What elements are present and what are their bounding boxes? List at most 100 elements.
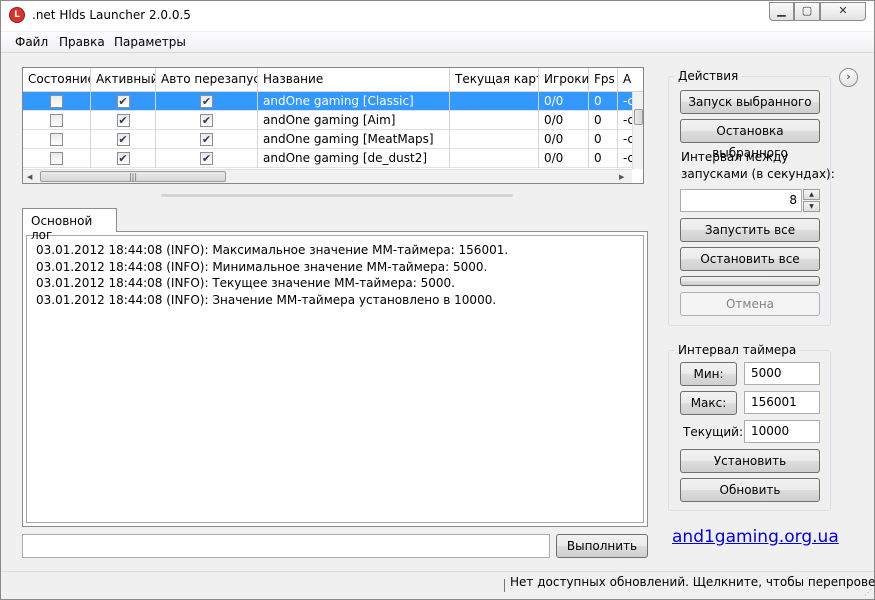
title-bar: L .net Hlds Launcher 2.0.0.5 ▁ ▢ ✕ (1, 1, 874, 31)
col-active[interactable]: Активный (91, 68, 156, 92)
refresh-timer-button[interactable]: Обновить (680, 478, 820, 502)
menu-bar: Файл Правка Параметры (1, 32, 874, 53)
server-name-cell[interactable]: andOne gaming [de_dust2] (258, 149, 450, 168)
set-timer-button[interactable]: Установить (680, 449, 820, 473)
current-map-cell[interactable] (450, 92, 539, 111)
scroll-right-arrow-icon[interactable]: ▶ (619, 173, 624, 181)
interval-input[interactable]: 8 (680, 189, 802, 212)
grid-vertical-scrollbar[interactable] (632, 92, 643, 169)
state-checkbox[interactable] (50, 114, 63, 127)
active-cell: ✔ (91, 111, 156, 130)
server-name-cell[interactable]: andOne gaming [MeatMaps] (258, 130, 450, 149)
menu-edit[interactable]: Правка (59, 35, 105, 49)
state-cell (23, 111, 91, 130)
update-status[interactable]: Нет доступных обновлений. Щелкните, чтоб… (510, 575, 875, 589)
log-line: 03.01.2012 18:44:08 (INFO): Максимальное… (36, 243, 509, 257)
active-cell: ✔ (91, 149, 156, 168)
panel-splitter[interactable] (161, 194, 513, 197)
col-extra[interactable]: A (618, 68, 643, 92)
state-checkbox[interactable] (50, 133, 63, 146)
auto-restart-cell: ✔ (156, 111, 258, 130)
command-input[interactable] (22, 534, 550, 558)
interval-spinner[interactable]: ▲ ▼ (803, 189, 820, 212)
cancel-button[interactable]: Отмена (680, 292, 820, 316)
stop-selected-button[interactable]: Остановка выбранного (680, 119, 820, 160)
horizontal-scroll-thumb[interactable]: ||| (40, 171, 226, 182)
min-button[interactable]: Мин: (680, 362, 737, 386)
col-players[interactable]: Игроки (539, 68, 589, 92)
close-button[interactable]: ✕ (820, 2, 866, 21)
stop-all-button[interactable]: Остановить все (680, 247, 820, 271)
vertical-scroll-thumb[interactable] (634, 109, 643, 125)
auto-restart-checkbox[interactable]: ✔ (200, 133, 213, 146)
interval-label-2: запусками (в секундах): (681, 167, 835, 181)
fps-cell[interactable]: 0 (589, 149, 618, 168)
col-name[interactable]: Название (258, 68, 450, 92)
website-link[interactable]: and1gaming.org.ua (672, 527, 839, 547)
state-cell (23, 149, 91, 168)
chevron-right-icon: › (846, 70, 851, 83)
grid-horizontal-scrollbar[interactable]: ◀ ||| ▶ (23, 169, 632, 183)
actions-group-title: Действия (675, 69, 742, 83)
minimize-button[interactable]: ▁ (769, 2, 794, 21)
menu-settings[interactable]: Параметры (114, 35, 186, 49)
server-name-cell[interactable]: andOne gaming [Classic] (258, 92, 450, 111)
tab-main-log[interactable]: Основной лог (22, 208, 117, 242)
current-map-cell[interactable] (450, 149, 539, 168)
max-value-field[interactable]: 156001 (744, 391, 820, 414)
collapse-panel-button[interactable]: › (839, 68, 858, 87)
auto-restart-checkbox[interactable]: ✔ (200, 114, 213, 127)
col-auto-restart[interactable]: Авто перезапуск (156, 68, 258, 92)
menu-file[interactable]: Файл (15, 35, 48, 49)
players-cell[interactable]: 0/0 (539, 149, 589, 168)
table-row[interactable]: ✔ ✔ andOne gaming [de_dust2] 0/00-c (23, 149, 632, 168)
fps-cell[interactable]: 0 (589, 130, 618, 149)
players-cell[interactable]: 0/0 (539, 130, 589, 149)
state-cell (23, 92, 91, 111)
active-cell: ✔ (91, 92, 156, 111)
fps-cell[interactable]: 0 (589, 92, 618, 111)
extra-cell[interactable]: -c (618, 111, 632, 130)
auto-restart-checkbox[interactable]: ✔ (200, 95, 213, 108)
start-selected-button[interactable]: Запуск выбранного (680, 90, 820, 114)
active-checkbox[interactable]: ✔ (116, 95, 130, 108)
state-checkbox[interactable] (50, 152, 63, 165)
col-fps[interactable]: Fps (589, 68, 618, 92)
log-output[interactable]: 03.01.2012 18:44:08 (INFO): Максимальное… (26, 235, 644, 523)
auto-restart-checkbox[interactable]: ✔ (200, 152, 213, 165)
start-all-button[interactable]: Запустить все (680, 218, 820, 242)
maximize-button[interactable]: ▢ (794, 2, 820, 21)
progress-bar (680, 276, 820, 286)
max-button[interactable]: Макс: (680, 391, 737, 415)
current-map-cell[interactable] (450, 111, 539, 130)
spin-down-icon[interactable]: ▼ (803, 201, 820, 212)
execute-button[interactable]: Выполнить (556, 534, 648, 558)
log-line: 03.01.2012 18:44:08 (INFO): Минимальное … (36, 259, 488, 274)
min-value-field[interactable]: 5000 (744, 362, 820, 385)
current-label: Текущий: (683, 425, 744, 439)
scroll-left-arrow-icon[interactable]: ◀ (27, 173, 32, 181)
fps-cell[interactable]: 0 (589, 111, 618, 130)
extra-cell[interactable]: -c (618, 149, 632, 168)
auto-restart-cell: ✔ (156, 92, 258, 111)
active-checkbox[interactable]: ✔ (116, 114, 130, 127)
players-cell[interactable]: 0/0 (539, 111, 589, 130)
players-cell[interactable]: 0/0 (539, 92, 589, 111)
current-map-cell[interactable] (450, 130, 539, 149)
active-checkbox[interactable]: ✔ (116, 152, 130, 165)
auto-restart-cell: ✔ (156, 130, 258, 149)
current-value-field[interactable]: 10000 (744, 420, 820, 443)
grid-header: Состояние Активный Авто перезапуск Назва… (23, 68, 643, 92)
col-current-map[interactable]: Текущая карта (450, 68, 539, 92)
server-name-cell[interactable]: andOne gaming [Aim] (258, 111, 450, 130)
extra-cell[interactable]: -c (618, 92, 632, 111)
table-row[interactable]: ✔ ✔ andOne gaming [Classic] 0/00-c (23, 92, 632, 111)
table-row[interactable]: ✔ ✔ andOne gaming [MeatMaps] 0/00-c (23, 130, 632, 149)
spin-up-icon[interactable]: ▲ (803, 189, 820, 200)
table-row[interactable]: ✔ ✔ andOne gaming [Aim] 0/00-c (23, 111, 632, 130)
resize-grip-icon[interactable]: ⋰ (864, 588, 872, 597)
active-checkbox[interactable]: ✔ (116, 133, 130, 146)
state-checkbox[interactable] (50, 95, 63, 108)
extra-cell[interactable]: -c (618, 130, 632, 149)
col-state[interactable]: Состояние (23, 68, 91, 92)
